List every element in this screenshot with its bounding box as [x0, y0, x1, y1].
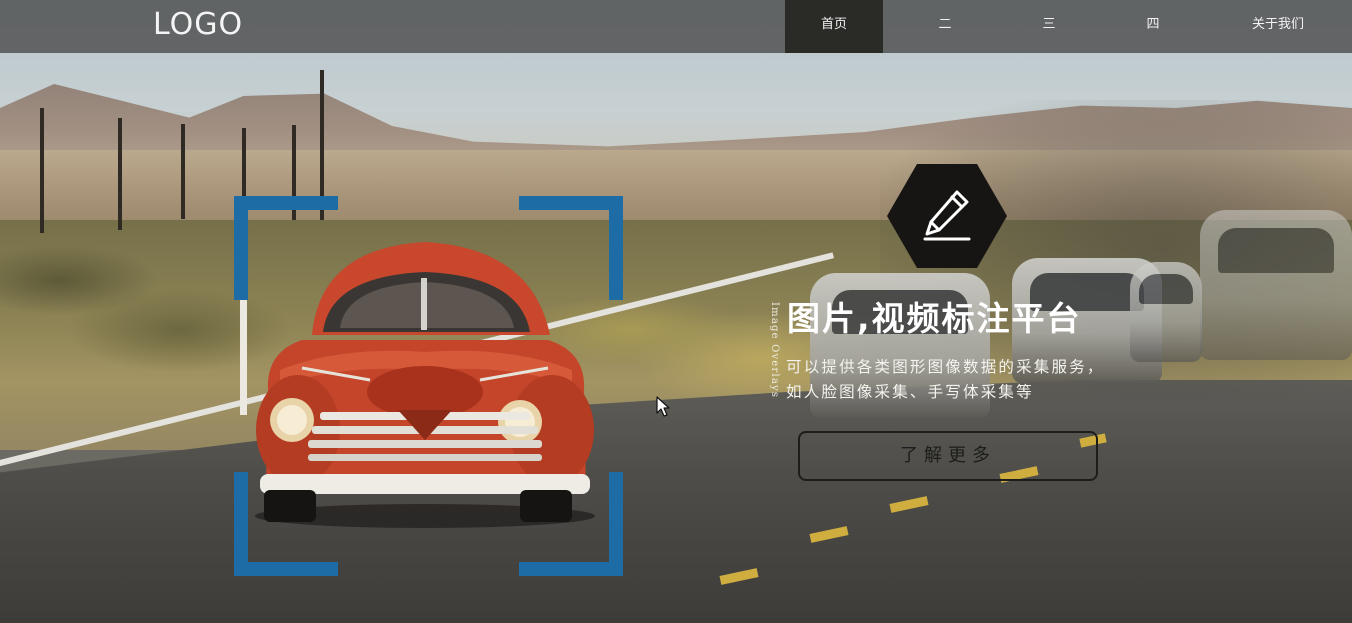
car-window — [1218, 228, 1334, 273]
description-line: 可以提供各类图形图像数据的采集服务， — [786, 358, 1105, 376]
pencil-icon — [923, 190, 971, 241]
utility-pole — [40, 108, 44, 233]
hero-title: 图片,视频标注平台 — [787, 299, 1082, 338]
background-car — [1200, 210, 1352, 360]
mouse-cursor-icon — [656, 396, 670, 417]
nav-item-home[interactable]: 首页 — [785, 0, 883, 53]
learn-more-button[interactable]: 了解更多 — [798, 431, 1098, 481]
background-car — [1130, 262, 1202, 362]
car-window — [1138, 274, 1194, 304]
focus-frame-corner-bottom-right — [519, 472, 623, 576]
nav-item-four[interactable]: 四 — [1104, 0, 1202, 53]
logo[interactable]: LOGO — [153, 5, 243, 45]
utility-pole — [118, 118, 122, 230]
nav-item-about[interactable]: 关于我们 — [1228, 0, 1328, 53]
description-line: 如人脸图像采集、手写体采集等 — [786, 383, 1034, 401]
hero-banner: LOGO 首页 二 三 四 关于我们 Image Overlays 图片,视频标… — [0, 0, 1352, 623]
hero-description: 可以提供各类图形图像数据的采集服务， 如人脸图像采集、手写体采集等 — [786, 355, 1156, 405]
focus-frame-corner-bottom-left — [234, 472, 338, 576]
vertical-caption: Image Overlays — [769, 302, 780, 399]
focus-frame-corner-top-right — [519, 196, 623, 300]
focus-frame-corner-top-left — [234, 196, 338, 300]
nav-item-three[interactable]: 三 — [1000, 0, 1098, 53]
nav-item-two[interactable]: 二 — [896, 0, 994, 53]
utility-pole — [181, 124, 185, 219]
top-navbar: LOGO 首页 二 三 四 关于我们 — [0, 0, 1352, 53]
background-photo — [0, 0, 1352, 623]
